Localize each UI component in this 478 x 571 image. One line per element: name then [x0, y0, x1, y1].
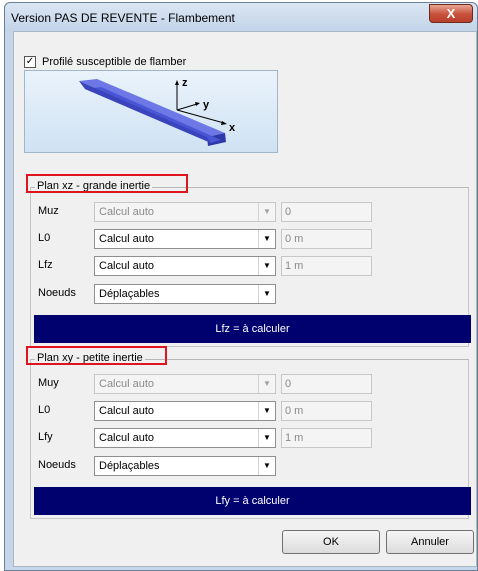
noeuds-xz-label: Noeuds: [38, 287, 76, 299]
noeuds-xy-label: Noeuds: [38, 459, 76, 471]
lfz-row: Lfz Calcul auto ▼ 1 m: [31, 256, 468, 276]
noeuds-xz-select-value: Déplaçables: [99, 288, 160, 300]
lfz-label: Lfz: [38, 259, 53, 271]
lfy-row: Lfy Calcul auto ▼ 1 m: [31, 428, 468, 448]
lfz-select[interactable]: Calcul auto ▼: [94, 256, 276, 276]
muy-label: Muy: [38, 377, 59, 389]
chevron-down-icon: ▼: [258, 429, 275, 447]
l0-xy-label: L0: [38, 404, 51, 416]
muy-field-value: 0: [285, 378, 292, 390]
plan-xy-group: Plan xy - petite inertie Muy Calcul auto…: [26, 346, 471, 519]
lfy-status-banner: Lfy = à calculer: [34, 487, 471, 515]
lfy-field[interactable]: 1 m: [281, 428, 372, 448]
l0-xy-select-value: Calcul auto: [99, 405, 155, 417]
chevron-down-icon: ▼: [258, 375, 275, 393]
noeuds-xy-select-value: Déplaçables: [99, 460, 160, 472]
lfy-field-value: 1 m: [285, 432, 304, 444]
window-title: Version PAS DE REVENTE - Flambement: [11, 11, 235, 25]
axis-y-label: y: [203, 99, 210, 111]
l0-xz-select-value: Calcul auto: [99, 233, 155, 245]
dialog-window: Version PAS DE REVENTE - Flambement X ✓ …: [4, 2, 478, 571]
noeuds-xz-row: Noeuds Déplaçables ▼: [31, 284, 468, 304]
chevron-down-icon: ▼: [258, 285, 275, 303]
lfz-status-banner: Lfz = à calculer: [34, 315, 471, 343]
lfz-field[interactable]: 1 m: [281, 256, 372, 276]
l0-xz-row: L0 Calcul auto ▼ 0 m: [31, 229, 468, 249]
muz-select-value: Calcul auto: [99, 206, 155, 218]
l0-xz-field-value: 0 m: [285, 233, 304, 245]
plan-xz-group: Plan xz - grande inertie Muz Calcul auto…: [26, 174, 471, 347]
title-bar[interactable]: Version PAS DE REVENTE - Flambement X: [5, 3, 477, 31]
axis-x-label: x: [229, 122, 236, 134]
l0-xy-select[interactable]: Calcul auto ▼: [94, 401, 276, 421]
lfy-select[interactable]: Calcul auto ▼: [94, 428, 276, 448]
chevron-down-icon: ▼: [258, 203, 275, 221]
flamber-checkbox[interactable]: ✓: [24, 56, 36, 68]
muz-field[interactable]: 0: [281, 202, 372, 222]
plan-xz-title: Plan xz - grande inertie: [35, 180, 153, 192]
l0-xy-row: L0 Calcul auto ▼ 0 m: [31, 401, 468, 421]
dialog-body: ✓ Profilé susceptible de flamber z y x P…: [13, 31, 477, 567]
chevron-down-icon: ▼: [258, 230, 275, 248]
lfz-select-value: Calcul auto: [99, 260, 155, 272]
flamber-checkbox-row[interactable]: ✓ Profilé susceptible de flamber: [24, 55, 186, 69]
ok-button[interactable]: OK: [282, 530, 380, 554]
plan-xy-title: Plan xy - petite inertie: [35, 352, 145, 364]
lfz-field-value: 1 m: [285, 260, 304, 272]
beam-illustration: z y x: [79, 77, 236, 146]
axis-z-label: z: [182, 77, 188, 89]
l0-xz-field[interactable]: 0 m: [281, 229, 372, 249]
lfy-label: Lfy: [38, 431, 53, 443]
check-icon: ✓: [25, 56, 35, 67]
beam-axes-image: z y x: [24, 70, 278, 153]
noeuds-xy-select[interactable]: Déplaçables ▼: [94, 456, 276, 476]
close-icon: X: [446, 6, 456, 21]
cancel-button[interactable]: Annuler: [386, 530, 474, 554]
l0-xy-field-value: 0 m: [285, 405, 304, 417]
muy-select[interactable]: Calcul auto ▼: [94, 374, 276, 394]
muy-row: Muy Calcul auto ▼ 0: [31, 374, 468, 394]
noeuds-xz-select[interactable]: Déplaçables ▼: [94, 284, 276, 304]
chevron-down-icon: ▼: [258, 402, 275, 420]
close-button[interactable]: X: [429, 4, 473, 23]
chevron-down-icon: ▼: [258, 257, 275, 275]
muz-row: Muz Calcul auto ▼ 0: [31, 202, 468, 222]
l0-xz-label: L0: [38, 232, 51, 244]
lfy-select-value: Calcul auto: [99, 432, 155, 444]
muy-select-value: Calcul auto: [99, 378, 155, 390]
noeuds-xy-row: Noeuds Déplaçables ▼: [31, 456, 468, 476]
flamber-checkbox-label: Profilé susceptible de flamber: [42, 56, 187, 68]
l0-xz-select[interactable]: Calcul auto ▼: [94, 229, 276, 249]
muz-field-value: 0: [285, 206, 292, 218]
muy-field[interactable]: 0: [281, 374, 372, 394]
muz-select[interactable]: Calcul auto ▼: [94, 202, 276, 222]
muz-label: Muz: [38, 205, 59, 217]
l0-xy-field[interactable]: 0 m: [281, 401, 372, 421]
chevron-down-icon: ▼: [258, 457, 275, 475]
